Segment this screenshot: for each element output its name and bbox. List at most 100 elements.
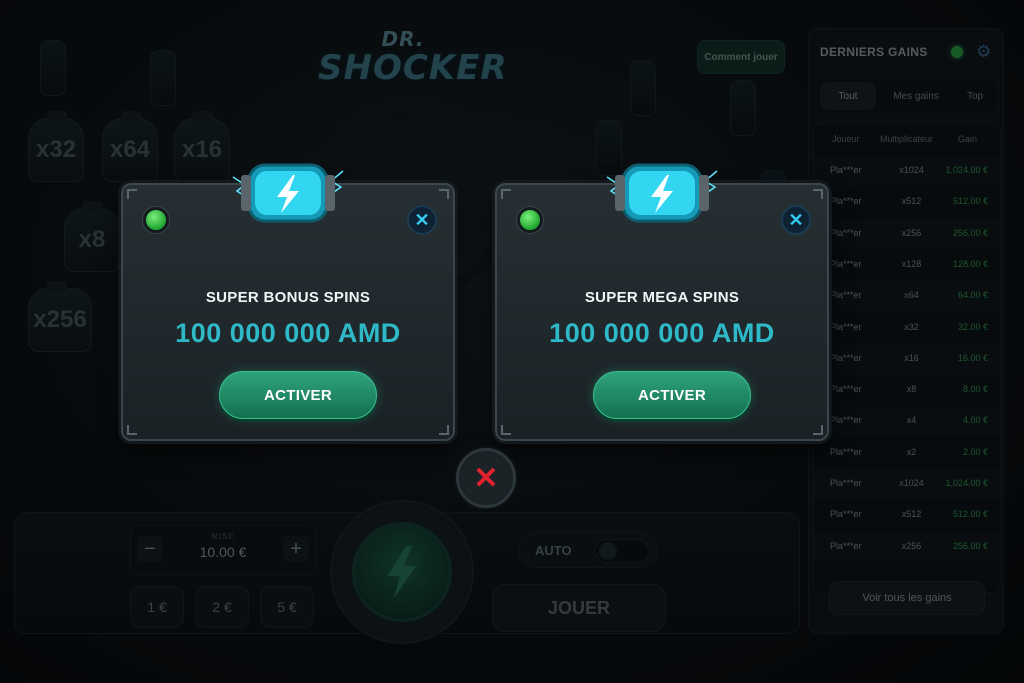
table-row: Pla***er x512 512.00 € bbox=[814, 500, 1000, 530]
close-icon[interactable]: ✕ bbox=[407, 205, 437, 235]
how-to-play-button[interactable]: Comment jouer bbox=[697, 40, 785, 74]
column-gain: Gain bbox=[958, 134, 978, 144]
see-all-wins-button[interactable]: Voir tous les gains bbox=[829, 581, 985, 615]
row-gain: 1,024.00 € bbox=[945, 165, 988, 175]
gear-icon[interactable]: ⚙ bbox=[976, 43, 991, 60]
game-screen: x32 x64 x16 x8 x256 DR. SHOCKER Comment … bbox=[0, 0, 1024, 683]
table-row: Pla***er x8 8.00 € bbox=[814, 375, 1000, 405]
row-multiplier: x64 bbox=[904, 290, 919, 301]
jar-label: x32 bbox=[35, 136, 77, 163]
jar-label: x256 bbox=[33, 306, 87, 333]
offer-amount: 100 000 000 AMD bbox=[549, 318, 775, 348]
auto-switch[interactable] bbox=[595, 539, 649, 563]
row-gain: 128.00 € bbox=[952, 258, 988, 269]
jar-label: x64 bbox=[109, 136, 151, 163]
row-player: Pla***er bbox=[830, 321, 862, 332]
row-multiplier: x32 bbox=[904, 321, 919, 332]
bonus-spins-popup: ✕ SUPER BONUS SPINS 100 000 000 AMD ACTI… bbox=[121, 163, 455, 441]
row-multiplier: x4 bbox=[906, 415, 917, 426]
offer-name: SUPER MEGA SPINS bbox=[584, 289, 740, 306]
column-player: Joueur bbox=[832, 134, 860, 144]
row-multiplier: x1024 bbox=[899, 478, 924, 488]
play-button[interactable]: JOUER bbox=[492, 584, 666, 632]
table-row: Pla***er x1024 1,024.00 € bbox=[814, 156, 1000, 186]
lightning-battery-icon bbox=[606, 163, 718, 223]
logo-text-top: DR. bbox=[381, 27, 425, 51]
lab-bottle bbox=[150, 50, 176, 106]
row-gain: 32.00 € bbox=[957, 321, 988, 332]
multiplier-jar: x64 bbox=[102, 111, 158, 182]
bet-selector: − MISE 10.00 € + bbox=[130, 525, 316, 575]
table-row: Pla***er x32 32.00 € bbox=[814, 313, 1000, 343]
row-gain: 2.00 € bbox=[962, 446, 988, 457]
multiplier-jar: x8 bbox=[64, 201, 120, 272]
row-gain: 8.00 € bbox=[962, 384, 988, 395]
lab-bottle bbox=[40, 40, 66, 96]
row-player: Pla***er bbox=[830, 290, 862, 301]
spin-button[interactable] bbox=[352, 522, 452, 622]
online-status-icon bbox=[951, 46, 963, 58]
offer-name: SUPER BONUS SPINS bbox=[205, 289, 371, 306]
table-row: Pla***er x512 512.00 € bbox=[814, 187, 1000, 217]
row-player: Pla***er bbox=[830, 384, 862, 395]
row-player: Pla***er bbox=[830, 415, 862, 426]
quick-bet-2[interactable]: 2 € bbox=[195, 586, 249, 628]
table-row: Pla***er x256 256.00 € bbox=[814, 218, 1000, 249]
column-multiplier: Multiplicateur bbox=[880, 134, 934, 144]
close-icon[interactable]: ✕ bbox=[781, 205, 811, 235]
logo-text-main: SHOCKER bbox=[318, 48, 508, 88]
tab-top[interactable]: Top bbox=[955, 82, 995, 110]
row-multiplier: x256 bbox=[901, 227, 922, 238]
lightning-battery-icon bbox=[232, 163, 344, 223]
row-gain: 256.00 € bbox=[952, 227, 988, 238]
multiplier-jar: x32 bbox=[28, 111, 84, 182]
tab-my-wins[interactable]: Mes gains bbox=[881, 82, 951, 110]
table-row: Pla***er x64 64.00 € bbox=[814, 281, 1000, 312]
row-gain: 512.00 € bbox=[952, 509, 988, 520]
wins-tabs: Tout Mes gains Top bbox=[817, 79, 997, 113]
table-row: Pla***er x16 16.00 € bbox=[814, 343, 1000, 374]
row-multiplier: x512 bbox=[901, 509, 922, 520]
recent-wins-panel: DERNIERS GAINS ⚙ Tout Mes gains Top Joue… bbox=[808, 28, 1004, 634]
row-multiplier: x1024 bbox=[899, 165, 924, 175]
close-popups-button[interactable]: ✕ bbox=[456, 448, 516, 508]
game-logo: DR. SHOCKER bbox=[318, 27, 508, 98]
table-row: Pla***er x128 128.00 € bbox=[814, 250, 1000, 280]
close-icon: ✕ bbox=[473, 461, 499, 495]
auto-toggle[interactable]: AUTO bbox=[518, 532, 658, 568]
jar-label: x8 bbox=[78, 226, 106, 253]
table-row: Pla***er x1024 1,024.00 € bbox=[814, 469, 1000, 499]
tab-all[interactable]: Tout bbox=[820, 82, 876, 110]
row-gain: 4.00 € bbox=[962, 415, 988, 426]
offer-amount: 100 000 000 AMD bbox=[175, 318, 401, 348]
quick-bet-1[interactable]: 1 € bbox=[130, 586, 184, 628]
row-player: Pla***er bbox=[830, 478, 862, 488]
row-multiplier: x8 bbox=[906, 384, 917, 395]
row-player: Pla***er bbox=[830, 509, 862, 520]
row-multiplier: x2 bbox=[906, 446, 917, 457]
table-row: Pla***er x2 2.00 € bbox=[814, 438, 1000, 468]
row-player: Pla***er bbox=[830, 540, 862, 551]
table-row: Pla***er x256 256.00 € bbox=[814, 531, 1000, 562]
row-player: Pla***er bbox=[830, 196, 862, 207]
row-multiplier: x256 bbox=[901, 540, 922, 551]
row-gain: 256.00 € bbox=[952, 540, 988, 551]
row-multiplier: x512 bbox=[901, 196, 922, 207]
row-player: Pla***er bbox=[830, 227, 862, 238]
multiplier-jar: x256 bbox=[28, 281, 92, 352]
lab-bottle bbox=[730, 80, 756, 136]
jar-label: x16 bbox=[181, 136, 223, 163]
row-gain: 16.00 € bbox=[957, 352, 988, 363]
bet-increase-button[interactable]: + bbox=[283, 536, 309, 562]
row-player: Pla***er bbox=[830, 165, 862, 175]
multiplier-jar: x16 bbox=[174, 111, 230, 182]
mega-spins-popup: ✕ SUPER MEGA SPINS 100 000 000 AMD ACTIV… bbox=[495, 163, 829, 441]
row-multiplier: x128 bbox=[901, 258, 922, 269]
quick-bet-5[interactable]: 5 € bbox=[260, 586, 314, 628]
row-player: Pla***er bbox=[830, 446, 862, 457]
activate-button[interactable]: ACTIVER bbox=[219, 371, 377, 419]
row-player: Pla***er bbox=[830, 352, 862, 363]
green-status-icon bbox=[517, 207, 543, 233]
row-gain: 512.00 € bbox=[952, 196, 988, 207]
activate-button[interactable]: ACTIVER bbox=[593, 371, 751, 419]
